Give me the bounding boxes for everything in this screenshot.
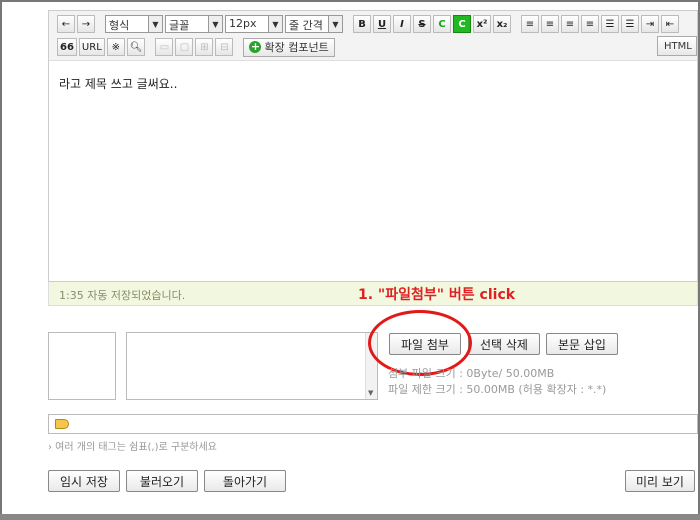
url-button[interactable]: URL [78,38,105,56]
italic-button[interactable]: I [393,15,411,33]
indent-icon[interactable]: ⇥ [641,15,659,33]
find-icon[interactable]: 🔍︎ [126,38,146,56]
editor-area[interactable]: 라고 제목 쓰고 글써요.. [48,60,698,282]
special-char-icon[interactable]: ※ [106,38,125,56]
table-split-icon[interactable]: ⊟ [215,38,234,56]
insert-into-body-button[interactable]: 본문 삽입 [546,333,618,355]
editor-toolbar: ← → 형식 ▼ 글꼴 ▼ 12px ▼ 줄 간격 ▼ B U I S C C x² x… [48,10,698,60]
align-left-icon[interactable]: ≡ [521,15,539,33]
font-size-select[interactable]: 12px ▼ [225,15,283,33]
font-select[interactable]: 글꼴 ▼ [165,15,223,33]
plus-icon: + [249,40,262,53]
table-icon[interactable]: ▭ [155,38,174,56]
unordered-list-icon[interactable]: ☰ [621,15,639,33]
align-center-icon[interactable]: ≡ [541,15,559,33]
preview-button[interactable]: 미리 보기 [625,470,695,492]
subscript-button[interactable]: x₂ [493,15,511,33]
outdent-icon[interactable]: ⇤ [661,15,679,33]
tag-hint: › 여러 개의 태그는 쉼표(,)로 구분하세요 [48,442,217,453]
line-spacing-select[interactable]: 줄 간격 ▼ [285,15,343,33]
bg-color-icon[interactable]: C [453,15,471,33]
undo-icon[interactable]: ← [57,15,75,33]
html-mode-button[interactable]: HTML [657,36,697,56]
limit-size-info: 파일 제한 크기 : 50.00MB (허용 확장자 : *.*) [388,383,607,396]
tag-icon [55,419,69,429]
extension-button[interactable]: + 확장 컴포넌트 [243,37,335,57]
strike-button[interactable]: S [413,15,431,33]
annotation-text: 1. "파일첨부" 버튼 click [358,287,516,303]
ordered-list-icon[interactable]: ☰ [601,15,619,33]
attached-size-info: 첨부 파일 크기 : 0Byte/ 50.00MB [388,367,555,380]
toolbar-row-2: 66 URL ※ 🔍︎ ▭ ▢ ⊞ ⊟ + 확장 컴포넌트 [57,37,335,57]
chevron-down-icon: ▼ [268,16,282,32]
chevron-down-icon: ▼ [148,16,162,32]
align-right-icon[interactable]: ≡ [561,15,579,33]
quote-icon[interactable]: 66 [57,38,77,56]
temp-save-button[interactable]: 임시 저장 [48,470,120,492]
frame-shadow [0,514,700,520]
toolbar-row-1: ← → 형식 ▼ 글꼴 ▼ 12px ▼ 줄 간격 ▼ B U I S C C x² x… [57,14,679,34]
chevron-down-icon: ▼ [368,389,374,397]
underline-button[interactable]: U [373,15,391,33]
editor-content: 라고 제목 쓰고 글써요.. [59,77,178,91]
tag-input[interactable] [48,414,698,434]
autosave-text: 1:35 자동 저장되었습니다. [59,289,186,302]
delete-selected-button[interactable]: 선택 삭제 [468,333,540,355]
load-button[interactable]: 불러오기 [126,470,198,492]
superscript-button[interactable]: x² [473,15,491,33]
chevron-down-icon: ▼ [208,16,222,32]
back-button[interactable]: 돌아가기 [204,470,286,492]
attachment-thumbnail [48,332,116,400]
font-color-icon[interactable]: C [433,15,451,33]
redo-icon[interactable]: → [77,15,95,33]
attachment-list[interactable]: ▼ [126,332,378,400]
table-merge-icon[interactable]: ⊞ [195,38,214,56]
table-cell-icon[interactable]: ▢ [175,38,194,56]
align-justify-icon[interactable]: ≡ [581,15,599,33]
bold-button[interactable]: B [353,15,371,33]
format-select[interactable]: 형식 ▼ [105,15,163,33]
chevron-down-icon: ▼ [328,16,342,32]
